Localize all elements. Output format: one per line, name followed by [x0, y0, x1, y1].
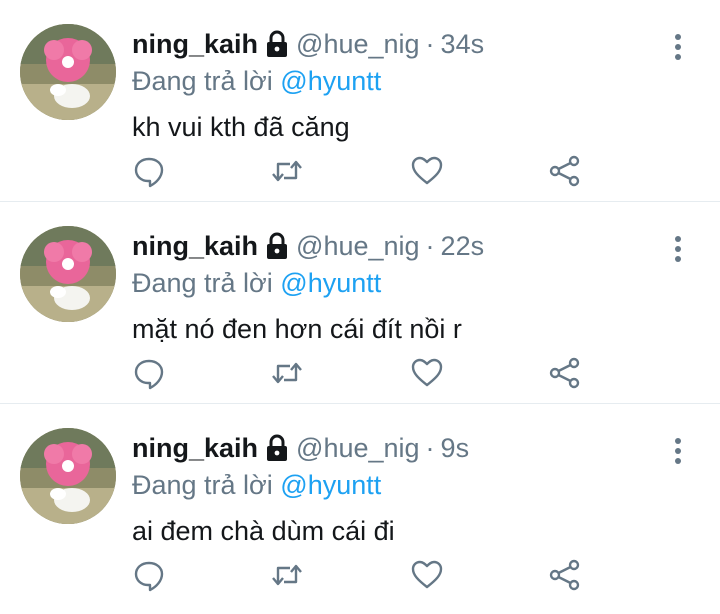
retweet-icon — [272, 160, 302, 182]
tweet[interactable]: ning_kaih @hue_nig · 34s Đang trả lời @h… — [0, 0, 720, 202]
tweet-header: ning_kaih @hue_nig · 34s — [132, 26, 640, 62]
reply-button[interactable] — [132, 356, 166, 390]
retweet-button[interactable] — [270, 154, 304, 188]
user-handle[interactable]: @hue_nig — [296, 26, 420, 62]
user-handle[interactable]: @hue_nig — [296, 228, 420, 264]
timeline: ning_kaih @hue_nig · 34s Đang trả lời @h… — [0, 0, 720, 606]
heart-icon — [411, 156, 443, 185]
retweet-icon — [272, 564, 302, 586]
avatar-image — [20, 428, 116, 524]
retweet-button[interactable] — [270, 356, 304, 390]
separator: · — [425, 231, 435, 261]
timestamp[interactable]: 34s — [441, 26, 485, 62]
retweet-icon — [272, 362, 302, 384]
replying-prefix: Đang trả lời — [132, 470, 273, 500]
like-button[interactable] — [410, 558, 444, 592]
tweet[interactable]: ning_kaih @hue_nig · 9s Đang trả lời @hy… — [0, 404, 720, 606]
display-name[interactable]: ning_kaih — [132, 228, 258, 264]
tweet-text: mặt nó đen hơn cái đít nồi r — [132, 314, 462, 344]
share-button[interactable] — [548, 558, 582, 592]
more-vertical-icon[interactable] — [672, 236, 684, 262]
reply-icon — [134, 561, 164, 592]
display-name[interactable]: ning_kaih — [132, 430, 258, 466]
separator: · — [425, 433, 435, 463]
reply-button[interactable] — [132, 558, 166, 592]
replying-to: Đang trả lời @hyuntt — [132, 265, 640, 301]
replying-to: Đang trả lời @hyuntt — [132, 467, 640, 503]
reply-button[interactable] — [132, 154, 166, 188]
mention-link[interactable]: @hyuntt — [280, 470, 381, 500]
avatar-image — [20, 24, 116, 120]
reply-icon — [134, 157, 164, 188]
heart-icon — [411, 560, 443, 589]
avatar[interactable] — [20, 226, 116, 322]
heart-icon — [411, 358, 443, 387]
more-vertical-icon[interactable] — [672, 438, 684, 464]
tweet[interactable]: ning_kaih @hue_nig · 22s Đang trả lời @h… — [0, 202, 720, 404]
tweet-header: ning_kaih @hue_nig · 9s — [132, 430, 640, 466]
tweet-actions — [132, 558, 592, 592]
separator: · — [425, 29, 435, 59]
share-button[interactable] — [548, 356, 582, 390]
tweet-text: kh vui kth đã căng — [132, 112, 350, 142]
lock-icon — [267, 232, 288, 259]
timestamp[interactable]: 22s — [441, 228, 485, 264]
mention-link[interactable]: @hyuntt — [280, 66, 381, 96]
reply-icon — [134, 359, 164, 390]
avatar-image — [20, 226, 116, 322]
replying-prefix: Đang trả lời — [132, 268, 273, 298]
tweet-actions — [132, 356, 592, 390]
tweet-text: ai đem chà dùm cái đi — [132, 516, 395, 546]
lock-icon — [267, 434, 288, 461]
user-handle[interactable]: @hue_nig — [296, 430, 420, 466]
tweet-content: ning_kaih @hue_nig · 34s Đang trả lời @h… — [132, 26, 640, 145]
timestamp[interactable]: 9s — [441, 430, 470, 466]
replying-to: Đang trả lời @hyuntt — [132, 63, 640, 99]
share-icon — [549, 559, 580, 591]
mention-link[interactable]: @hyuntt — [280, 268, 381, 298]
tweet-content: ning_kaih @hue_nig · 9s Đang trả lời @hy… — [132, 430, 640, 549]
retweet-button[interactable] — [270, 558, 304, 592]
display-name[interactable]: ning_kaih — [132, 26, 258, 62]
tweet-actions — [132, 154, 592, 188]
avatar[interactable] — [20, 24, 116, 120]
lock-icon — [267, 30, 288, 57]
tweet-content: ning_kaih @hue_nig · 22s Đang trả lời @h… — [132, 228, 640, 347]
share-button[interactable] — [548, 154, 582, 188]
replying-prefix: Đang trả lời — [132, 66, 273, 96]
more-vertical-icon[interactable] — [672, 34, 684, 60]
like-button[interactable] — [410, 356, 444, 390]
like-button[interactable] — [410, 154, 444, 188]
share-icon — [549, 155, 580, 187]
avatar[interactable] — [20, 428, 116, 524]
tweet-header: ning_kaih @hue_nig · 22s — [132, 228, 640, 264]
share-icon — [549, 357, 580, 389]
